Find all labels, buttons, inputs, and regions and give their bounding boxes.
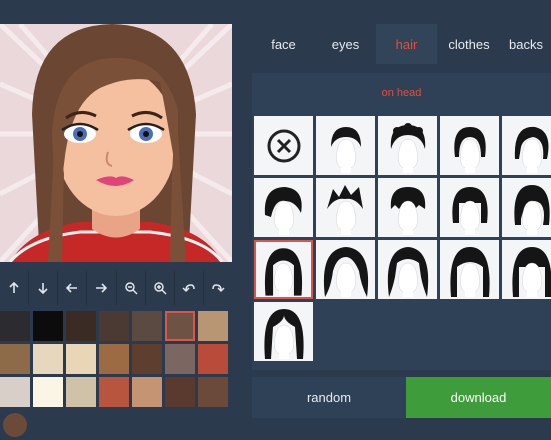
tab-face[interactable]: face [252,24,315,64]
hair-style-icon [317,179,375,237]
color-swatch[interactable] [165,377,195,407]
move-up-button[interactable] [0,271,29,305]
hair-style-icon [441,179,499,237]
hair-panel: on head [252,73,551,370]
hair-tile-bob-fringe[interactable] [440,178,499,237]
arrow-down-icon [36,281,50,295]
color-swatch[interactable] [0,344,30,374]
hair-tile-short-cropped[interactable] [316,116,375,175]
color-swatch[interactable] [132,377,162,407]
subtab-on-head[interactable]: on head [252,73,551,113]
color-swatch[interactable] [198,377,228,407]
hair-style-icon [503,241,551,299]
color-swatch[interactable] [99,377,129,407]
custom-color-button[interactable] [0,410,30,440]
move-left-button[interactable] [58,271,87,305]
color-swatches [0,311,232,440]
category-tabs: face eyes hair clothes backs [252,24,551,64]
avatar-preview [0,24,232,262]
tab-backs[interactable]: backs [501,24,551,64]
color-swatch[interactable] [132,344,162,374]
hair-tile-none[interactable] [254,116,313,175]
zoom-out-icon [124,281,138,295]
hair-tile-wavy-short[interactable] [254,178,313,237]
zoom-in-icon [153,281,167,295]
hair-style-icon [317,117,375,175]
hair-style-icon [441,241,499,299]
color-swatch[interactable] [165,311,195,341]
hair-tile-long-wavy[interactable] [378,240,437,299]
tab-clothes[interactable]: clothes [437,24,501,64]
hair-tile-spiky-messy[interactable] [316,178,375,237]
hair-style-icon [379,117,437,175]
color-swatch[interactable] [198,344,228,374]
hair-tile-long-straight[interactable] [254,240,313,299]
move-right-button[interactable] [87,271,116,305]
remove-icon [255,117,313,175]
zoom-in-button[interactable] [146,271,175,305]
random-button[interactable]: random [252,377,406,418]
move-down-button[interactable] [29,271,58,305]
undo-icon [182,281,196,295]
color-swatch[interactable] [66,344,96,374]
hair-style-icon [255,303,313,361]
color-swatch[interactable] [0,311,30,341]
color-swatch[interactable] [66,377,96,407]
hair-tile-long-center-part[interactable] [254,302,313,361]
zoom-out-button[interactable] [117,271,146,305]
hair-tile-curly-short[interactable] [378,116,437,175]
hair-style-grid [254,116,551,361]
undo-button[interactable] [175,271,204,305]
hair-style-icon [441,117,499,175]
avatar-toolbar [0,271,232,305]
color-swatch[interactable] [198,311,228,341]
hair-tile-tousled-fringe[interactable] [378,178,437,237]
download-button[interactable]: download [406,377,551,418]
color-swatch[interactable] [132,311,162,341]
color-swatch[interactable] [99,311,129,341]
arrow-right-icon [94,281,108,295]
arrow-up-icon [7,281,21,295]
hair-tile-side-bob[interactable] [502,116,551,175]
arrow-left-icon [65,281,79,295]
hair-tile-bob-short[interactable] [440,116,499,175]
color-swatch[interactable] [33,344,63,374]
hair-tile-long-curly[interactable] [316,240,375,299]
color-swatch[interactable] [0,377,30,407]
hair-style-icon [503,179,551,237]
avatar-illustration [0,24,232,262]
color-swatch[interactable] [165,344,195,374]
hair-style-icon [503,117,551,175]
color-swatch[interactable] [66,311,96,341]
hair-tile-fringe-bob[interactable] [502,178,551,237]
redo-button[interactable] [204,271,232,305]
hair-style-icon [256,241,311,299]
hair-tile-long-layered[interactable] [440,240,499,299]
tab-eyes[interactable]: eyes [315,24,376,64]
color-swatch[interactable] [99,344,129,374]
hair-style-icon [379,179,437,237]
hair-style-icon [255,179,313,237]
color-swatch[interactable] [33,377,63,407]
color-circle-icon [3,413,27,437]
redo-icon [211,281,225,295]
hair-style-icon [379,241,437,299]
tab-hair[interactable]: hair [376,24,437,64]
color-swatch[interactable] [33,311,63,341]
hair-style-icon [317,241,375,299]
hair-tile-long-blunt-fringe[interactable] [502,240,551,299]
